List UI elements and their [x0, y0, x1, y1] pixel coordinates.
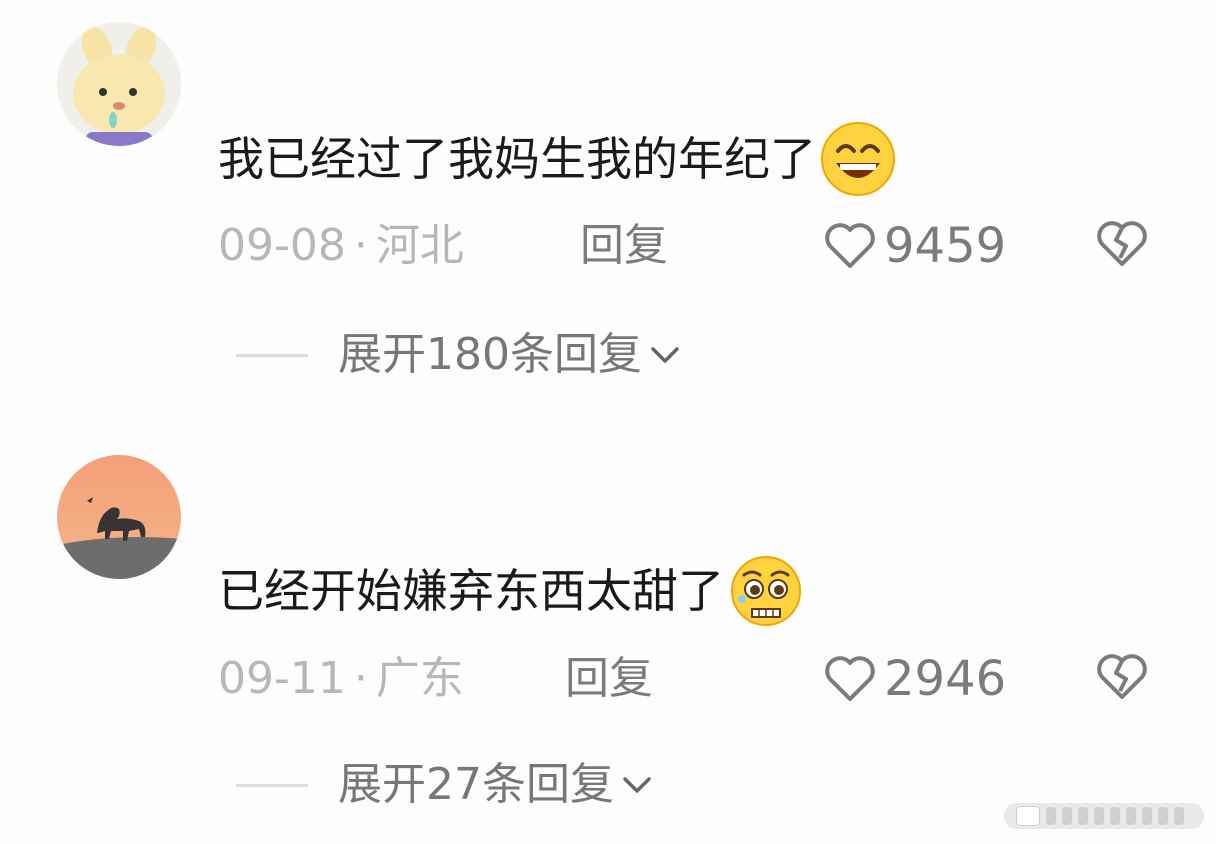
page-indicator-dot [1126, 807, 1136, 825]
page-indicator-dot [1174, 807, 1184, 825]
like-button[interactable]: 2946 [822, 651, 1006, 707]
page-indicator-dot [1094, 807, 1104, 825]
expand-replies-button[interactable]: 展开180条回复 [236, 327, 680, 383]
chevron-down-icon [623, 777, 651, 793]
comment-text: 已经开始嫌弃东西太甜了 [218, 553, 804, 629]
comment-text-content: 已经开始嫌弃东西太甜了 [218, 564, 724, 618]
broken-heart-icon[interactable] [1094, 216, 1150, 272]
divider-line [236, 353, 308, 357]
comment-text-content: 我已经过了我妈生我的年纪了 [218, 132, 816, 186]
page-indicator-dot [1142, 807, 1152, 825]
user-avatar[interactable] [57, 455, 181, 579]
comment-location: 广东 [375, 653, 464, 704]
like-button[interactable]: 9459 [822, 218, 1006, 274]
expand-replies-label: 展开27条回复 [338, 759, 614, 810]
page-indicator-dot [1062, 807, 1072, 825]
meta-separator: · [353, 220, 368, 271]
user-avatar[interactable] [57, 22, 181, 146]
like-count: 9459 [884, 218, 1007, 274]
page-indicator-current [1016, 806, 1040, 826]
grin-emoji-icon [821, 122, 895, 196]
pleading-emoji-icon [731, 556, 801, 626]
page-indicator-dot [1078, 807, 1088, 825]
divider-line [236, 783, 308, 787]
chevron-down-icon [651, 347, 679, 363]
comment-meta: 09-11 · 广东 [218, 651, 464, 707]
page-indicator-dot [1158, 807, 1168, 825]
expand-replies-button[interactable]: 展开27条回复 [236, 757, 652, 813]
dog-silhouette-avatar-icon [57, 455, 181, 579]
like-count: 2946 [884, 651, 1007, 707]
heart-outline-icon [825, 656, 875, 701]
comment-meta: 09-08 · 河北 [218, 218, 464, 274]
comment-date: 09-08 [218, 220, 346, 271]
reply-button[interactable]: 回复 [565, 651, 653, 707]
comment-text: 我已经过了我妈生我的年纪了 [218, 121, 896, 197]
page-indicator[interactable] [1004, 803, 1204, 829]
comment-location: 河北 [375, 220, 464, 271]
meta-separator: · [353, 653, 368, 704]
heart-outline-icon [825, 223, 875, 268]
page-indicator-dot [1046, 807, 1056, 825]
bunny-avatar-icon [57, 22, 181, 146]
reply-button[interactable]: 回复 [580, 218, 668, 274]
comment-date: 09-11 [218, 653, 346, 704]
expand-replies-label: 展开180条回复 [338, 329, 642, 380]
broken-heart-icon[interactable] [1094, 649, 1150, 705]
page-indicator-dot [1110, 807, 1120, 825]
